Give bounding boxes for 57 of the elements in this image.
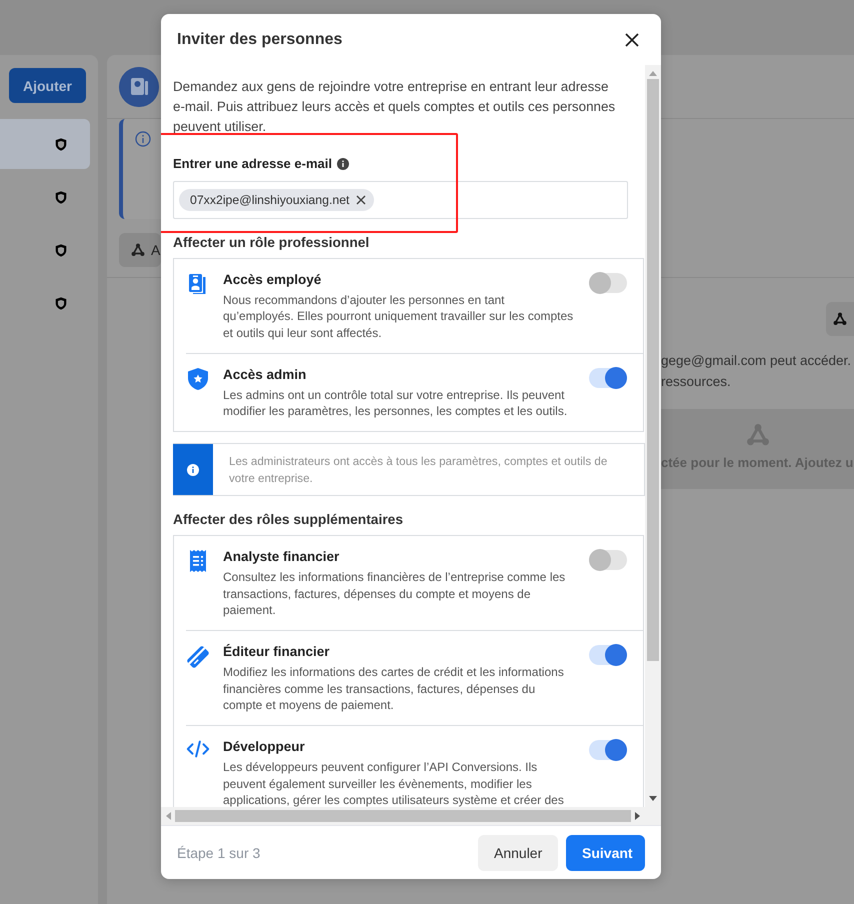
shield-star-icon [187, 366, 209, 391]
scroll-up-arrow-icon[interactable] [649, 71, 657, 76]
scroll-left-arrow-icon[interactable] [166, 812, 171, 820]
assign-button[interactable]: A [119, 233, 161, 267]
step-indicator: Étape 1 sur 3 [177, 844, 262, 860]
scroll-right-arrow-icon[interactable] [635, 812, 640, 820]
role-description: Modifiez les informations des cartes de crédit et les informations financières comme les transactions, factures, dépenses du compte et moyens de paiement. [223, 664, 565, 714]
close-icon[interactable] [623, 30, 641, 48]
toggle-switch[interactable] [589, 645, 627, 666]
code-icon [186, 739, 210, 760]
role-title: Analyste financier [223, 549, 340, 564]
access-text: ressources. [661, 373, 732, 391]
network-button[interactable] [826, 302, 854, 336]
email-chip: 07xx2ipe@linshiyouxiang.net [179, 189, 374, 211]
remove-icon[interactable] [356, 195, 366, 205]
horizontal-scrollbar[interactable] [161, 807, 645, 825]
vertical-scrollbar[interactable] [645, 65, 661, 807]
section-title: Affecter des rôles supplémentaires [173, 512, 404, 528]
role-description: Consultez les informations financières de l’entreprise comme les transactions, factures, dépenses du compte et moyens de paiement. [223, 569, 566, 618]
toggle-switch[interactable] [589, 740, 627, 760]
receipt-icon [189, 549, 207, 574]
role-description: Les développeurs peuvent configurer l’API Conversions. Ils peuvent également surveiller les évènements, modifier les applications, gérer les comptes utilisateurs système et créer des [223, 759, 565, 807]
shield-icon [54, 136, 68, 152]
role-title: Éditeur financier [223, 644, 331, 660]
toggle-switch[interactable] [589, 368, 627, 388]
dialog-title: Inviter des personnes [177, 30, 342, 48]
info-icon [187, 464, 199, 476]
role-description: Les admins ont un contrôle total sur votre entreprise. Ils peuvent modifier les paramètres, les personnes, les comptes et les outils. [223, 386, 568, 420]
id-badge-icon [188, 272, 208, 296]
scrollbar-thumb[interactable] [175, 810, 631, 822]
info-icon [135, 131, 151, 147]
sidebar-item[interactable] [0, 119, 90, 169]
avatar-icon [119, 67, 159, 107]
shield-icon [54, 242, 68, 258]
scroll-down-arrow-icon[interactable] [649, 796, 657, 801]
access-text: gege@gmail.com peut accéder. [661, 352, 852, 370]
toggle-switch[interactable] [589, 550, 627, 570]
network-icon [131, 243, 145, 257]
role-title: Accès employé [223, 272, 322, 287]
email-label: Entrer une adresse e-mail [173, 156, 332, 171]
shield-icon [54, 296, 68, 310]
notice-text: Les administrateurs ont accès à tous les paramètres, comptes et outils de votre entreprise. [228, 454, 608, 488]
toggle-switch[interactable] [589, 273, 627, 293]
role-title: Développeur [223, 739, 306, 754]
network-icon [746, 423, 770, 447]
intro-text: Demandez aux gens de rejoindre votre entreprise en entrant leur adresse e-mail. Puis attribuez leurs accès et quels comptes et outils ces personnes peuvent utiliser. [173, 78, 616, 136]
scrollbar-thumb[interactable] [647, 79, 659, 661]
next-button[interactable]: Suivant [566, 834, 645, 870]
shield-icon [54, 190, 68, 204]
role-description: Nous recommandons d’ajouter les personnes en tant qu’employés. Elles pourront uniquement travailler sur les comptes et outils qui leur sont affectés. [223, 292, 574, 341]
email-input-field[interactable]: 07xx2ipe@linshiyouxiang.net [173, 181, 628, 219]
network-icon [833, 312, 847, 326]
section-title: Affecter un rôle professionnel [173, 235, 370, 250]
info-icon[interactable] [336, 158, 349, 170]
add-button[interactable]: Ajouter [9, 68, 86, 103]
cancel-button[interactable]: Annuler [478, 834, 558, 870]
role-title: Accès admin [223, 366, 308, 382]
